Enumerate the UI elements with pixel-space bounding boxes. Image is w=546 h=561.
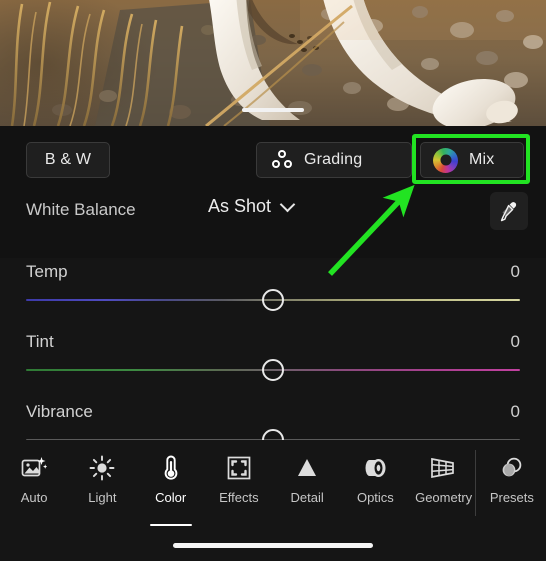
nav-active-indicator xyxy=(150,524,192,526)
mix-button[interactable]: Mix xyxy=(420,142,524,178)
grading-button[interactable]: Grading xyxy=(256,142,412,178)
mix-button-label: Mix xyxy=(469,151,494,169)
nav-label-geometry: Geometry xyxy=(415,490,472,505)
color-grading-icon xyxy=(271,150,293,170)
nav-item-geometry[interactable]: Geometry xyxy=(410,440,478,530)
nav-item-color[interactable]: Color xyxy=(137,440,205,530)
lightroom-editor-screen: B & W Grading Mix White Balance As Shot xyxy=(0,0,546,561)
white-balance-value: As Shot xyxy=(208,196,271,217)
nav-item-presets[interactable]: Presets xyxy=(478,440,546,530)
grading-button-label: Grading xyxy=(304,151,362,169)
white-balance-dropdown[interactable]: As Shot xyxy=(208,196,295,217)
bw-button-label: B & W xyxy=(45,151,91,169)
nav-label-optics: Optics xyxy=(357,490,394,505)
slider-tint[interactable]: Tint 0 xyxy=(0,328,546,396)
nav-label-detail: Detail xyxy=(291,490,324,505)
photo-preview[interactable] xyxy=(0,0,546,126)
color-wheel-icon xyxy=(433,148,458,173)
triangle-icon xyxy=(294,451,320,485)
eyedropper-icon xyxy=(498,200,520,222)
slider-temp-knob[interactable] xyxy=(262,289,284,311)
panel-drag-handle[interactable] xyxy=(242,108,304,112)
chevron-down-icon xyxy=(282,198,295,211)
nav-label-presets: Presets xyxy=(490,490,534,505)
slider-temp-value: 0 xyxy=(511,262,520,282)
presets-circles-icon xyxy=(499,451,525,485)
nav-divider xyxy=(475,450,476,516)
sun-icon xyxy=(89,451,115,485)
slider-tint-knob[interactable] xyxy=(262,359,284,381)
nav-item-effects[interactable]: Effects xyxy=(205,440,273,530)
slider-tint-label: Tint xyxy=(26,332,54,352)
bw-button[interactable]: B & W xyxy=(26,142,110,178)
nav-item-light[interactable]: Light xyxy=(68,440,136,530)
nav-label-effects: Effects xyxy=(219,490,259,505)
white-balance-row: White Balance As Shot xyxy=(0,188,546,250)
auto-enhance-icon xyxy=(21,451,47,485)
bottom-nav-items: Auto xyxy=(0,440,546,530)
slider-vibrance-value: 0 xyxy=(511,402,520,422)
lens-icon xyxy=(361,451,389,485)
grid-perspective-icon xyxy=(429,451,459,485)
slider-tint-value: 0 xyxy=(511,332,520,352)
color-mode-button-row: B & W Grading Mix xyxy=(0,126,546,188)
nav-item-optics[interactable]: Optics xyxy=(341,440,409,530)
nav-item-detail[interactable]: Detail xyxy=(273,440,341,530)
home-indicator-bar[interactable] xyxy=(173,543,373,548)
thermometer-icon xyxy=(158,451,184,485)
nav-label-light: Light xyxy=(88,490,116,505)
slider-temp-label: Temp xyxy=(26,262,68,282)
slider-temp[interactable]: Temp 0 xyxy=(0,258,546,326)
nav-item-auto[interactable]: Auto xyxy=(0,440,68,530)
white-balance-label: White Balance xyxy=(26,200,136,220)
crop-brackets-icon xyxy=(226,451,252,485)
nav-label-auto: Auto xyxy=(21,490,48,505)
slider-vibrance-label: Vibrance xyxy=(26,402,93,422)
bottom-navigation-bar: Auto xyxy=(0,440,546,561)
nav-label-color: Color xyxy=(155,490,186,505)
eyedropper-button[interactable] xyxy=(490,192,528,230)
